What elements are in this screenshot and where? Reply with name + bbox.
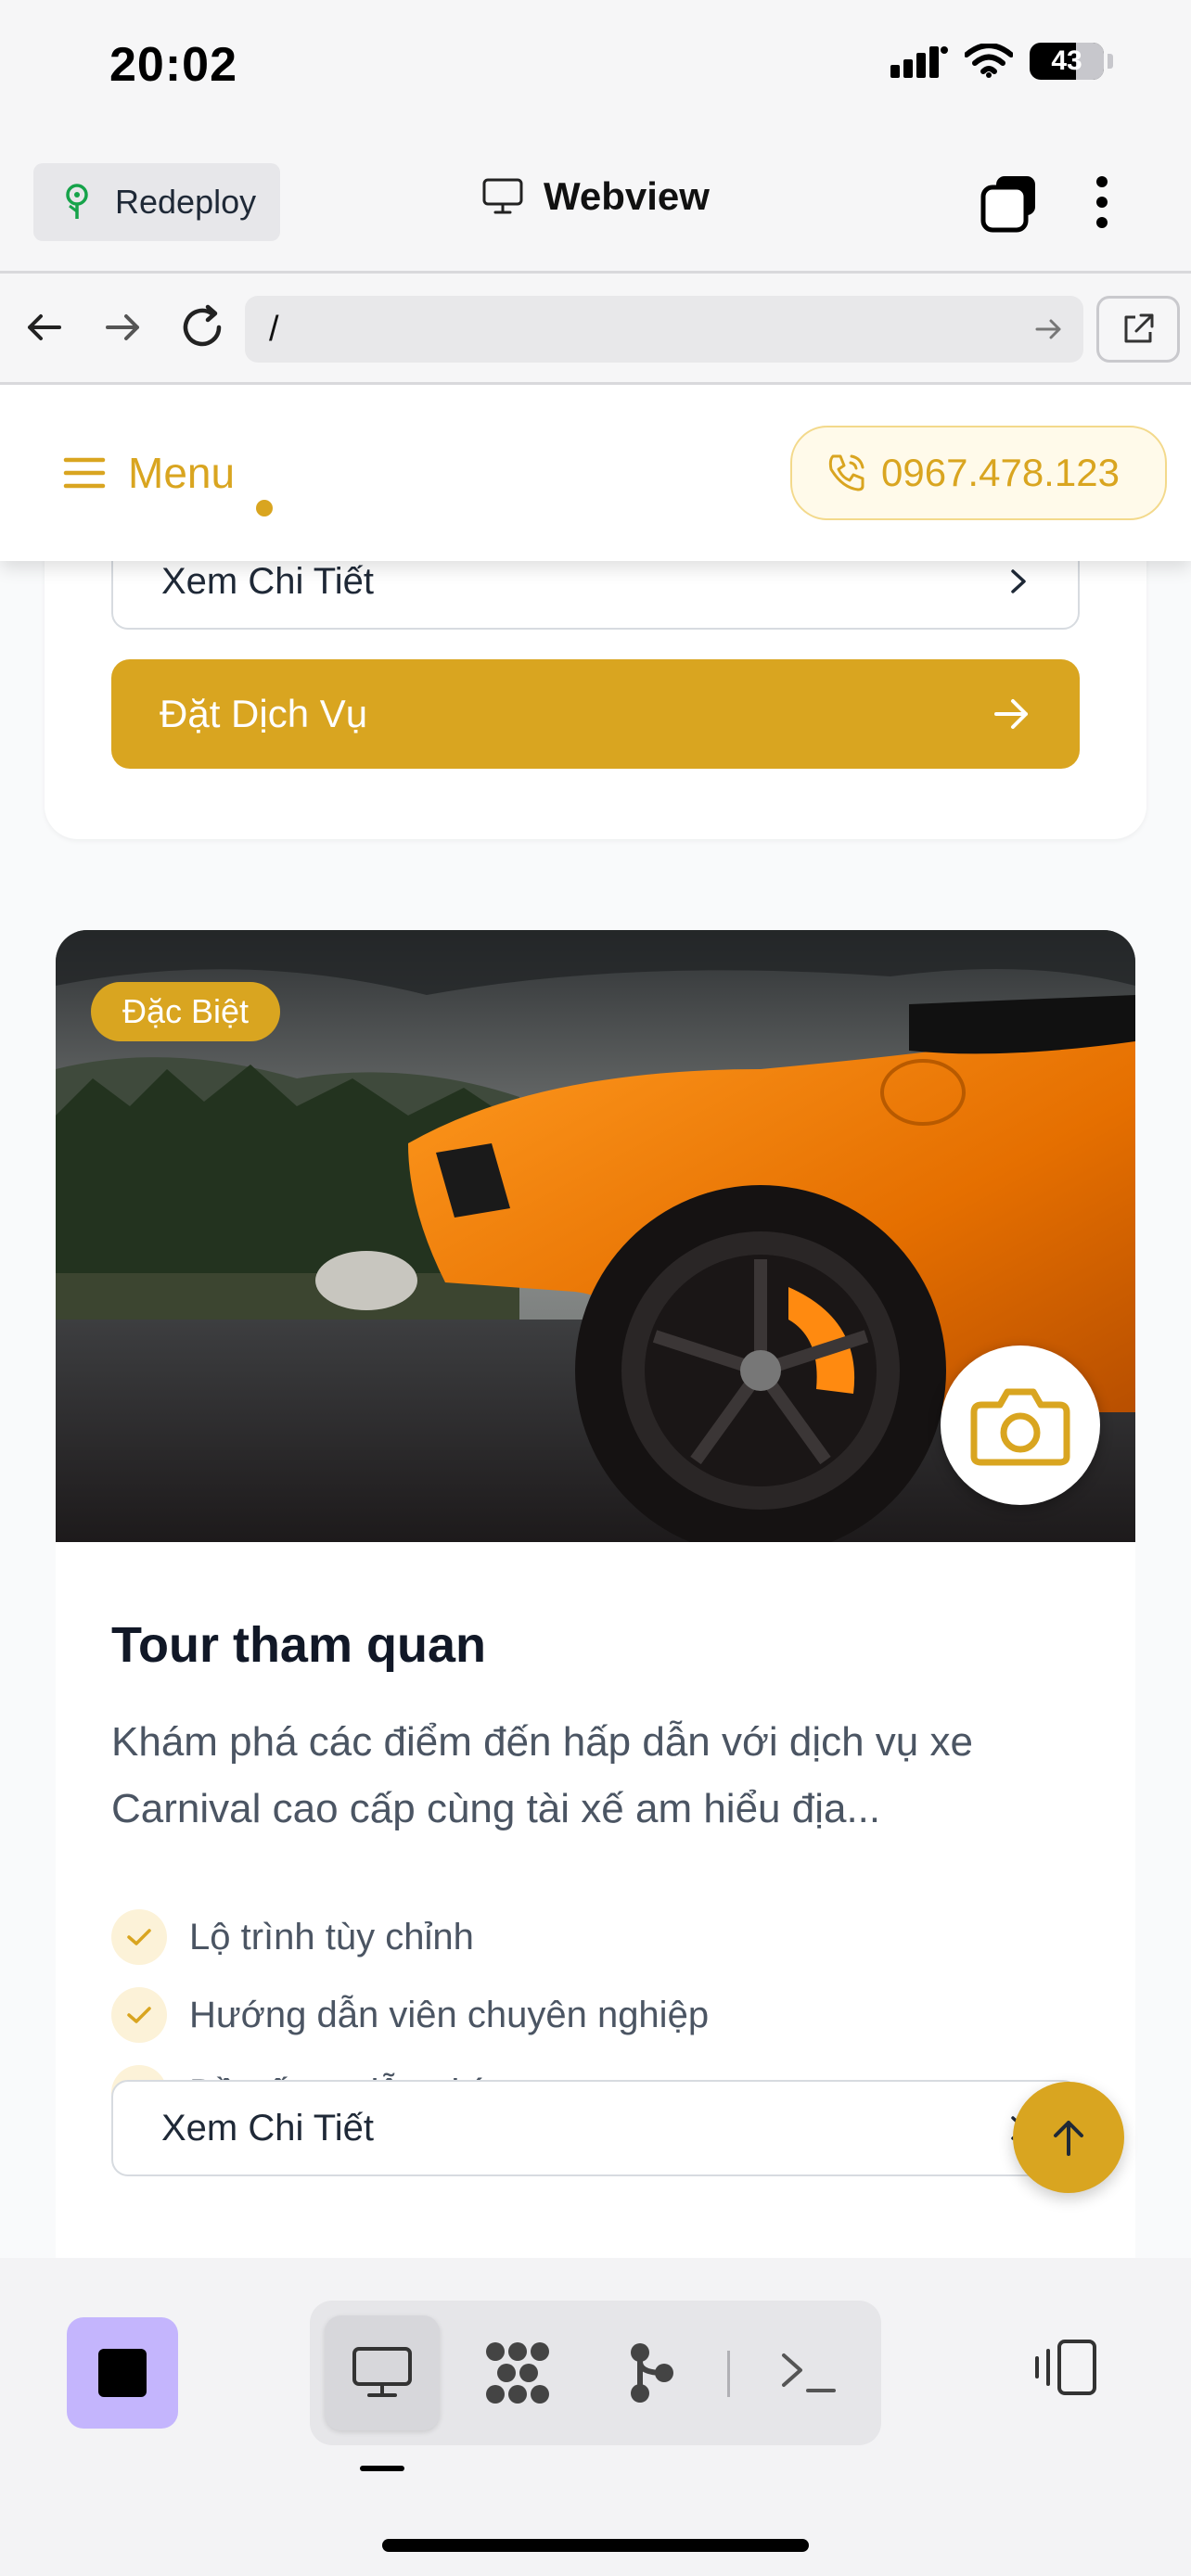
terminal-tab[interactable] [751,2315,866,2430]
special-badge: Đặc Biệt [91,982,281,1041]
active-tab-indicator [360,2466,404,2471]
book-service-label: Đặt Dịch Vụ [160,692,368,735]
terminal-icon [782,2353,836,2392]
segment-divider [727,2351,730,2397]
menu-label: Menu [128,449,236,497]
webview-title: Webview [482,174,710,219]
feature-label: Lộ trình tùy chỉnh [189,1916,474,1958]
feature-item: Hướng dẫn viên chuyên nghiệp [111,1976,709,2054]
stop-icon [98,2349,147,2397]
phone-button[interactable]: 0967.478.123 [790,426,1167,520]
browser-header: Redeploy Webview [0,139,1191,274]
view-switcher [310,2301,881,2445]
battery-indicator: 43 [1030,43,1104,80]
branch-icon [631,2343,673,2403]
kebab-menu-icon[interactable] [1093,172,1111,232]
status-icons: 43 [890,43,1113,80]
redeploy-label: Redeploy [115,183,257,221]
arrow-right-icon [994,699,1028,729]
service-card-tour: Đặc Biệt Tour tham quan Khám phá các điể… [56,930,1135,2258]
check-icon [111,1909,167,1965]
camera-icon [970,1388,1070,1466]
camera-button[interactable] [941,1345,1100,1505]
battery-level: 43 [1051,45,1082,76]
feature-label: Hướng dẫn viên chuyên nghiệp [189,1994,710,2035]
home-indicator [382,2539,809,2552]
bottom-toolbar [0,2258,1191,2576]
phone-number: 0967.478.123 [881,451,1120,494]
go-arrow-icon[interactable] [1033,314,1063,344]
grid-dots-icon [486,2342,549,2404]
view-details-button[interactable]: Xem Chi Tiết [111,2080,1080,2176]
service-hero-image: Đặc Biệt [56,930,1135,1542]
view-details-label: Xem Chi Tiết [161,2107,374,2149]
arrow-up-icon [1054,2121,1083,2156]
view-details-label: Xem Chi Tiết [161,560,374,602]
apps-tab[interactable] [460,2315,575,2430]
phone-icon [828,454,864,491]
monitor-icon [482,178,523,214]
panel-layout-icon[interactable] [1033,2338,1100,2397]
menu-indicator-dot [256,500,273,516]
address-row: / [0,274,1191,385]
url-text: / [269,309,279,349]
forward-arrow-icon[interactable] [100,305,145,350]
webview-label: Webview [544,174,710,218]
external-link-icon [1124,313,1154,343]
wifi-icon [965,44,1013,78]
back-arrow-icon[interactable] [22,305,67,350]
book-service-button[interactable]: Đặt Dịch Vụ [111,659,1080,769]
branch-tab[interactable] [594,2315,709,2430]
cellular-signal-icon [890,46,948,78]
url-input[interactable]: / [245,296,1083,363]
check-icon [111,1987,167,2043]
battery-tip [1108,54,1113,69]
web-content: Menu 0967.478.123 Xem Chi Tiết Đặt Dịch … [0,385,1191,2258]
status-time: 20:02 [109,38,237,92]
service-title: Tour tham quan [111,1617,486,1673]
chevron-right-icon [1011,569,1026,593]
status-bar: 20:02 43 [0,0,1191,139]
feature-item: Lộ trình tùy chỉnh [111,1898,709,1976]
monitor-icon [352,2347,412,2397]
open-external-button[interactable] [1096,296,1180,363]
reload-icon[interactable] [176,301,228,353]
tree-icon [66,184,88,219]
webview-tab[interactable] [325,2315,440,2430]
hamburger-icon [63,457,106,489]
stop-button[interactable] [67,2317,178,2429]
service-description: Khám phá các điểm đến hấp dẫn với dịch v… [111,1719,973,1831]
redeploy-button[interactable]: Redeploy [33,163,280,241]
menu-button[interactable]: Menu [63,448,235,498]
site-header: Menu 0967.478.123 [0,385,1191,561]
scroll-to-top-button[interactable] [1013,2082,1124,2193]
tabs-icon[interactable] [980,174,1039,234]
